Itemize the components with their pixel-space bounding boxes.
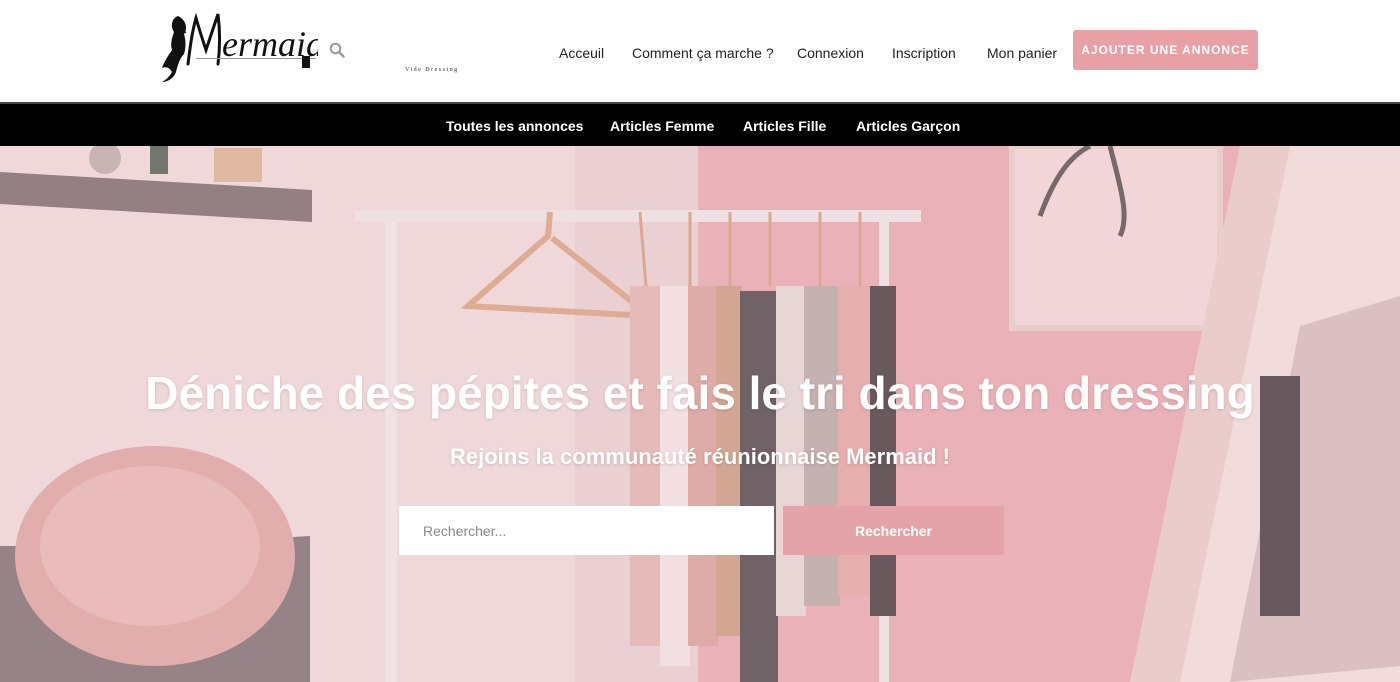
hero-subtitle: Rejoins la communauté réunionnaise Merma… (450, 444, 950, 469)
nav-link-connexion[interactable]: Connexion (797, 43, 864, 63)
site-header: ermaid Vide Dressing Acceuil Comment ça … (0, 0, 1400, 102)
search-icon[interactable] (329, 42, 347, 60)
search-button[interactable]: Rechercher (783, 506, 1004, 555)
nav-link-acceuil[interactable]: Acceuil (559, 43, 604, 63)
hero-title: Déniche des pépites et fais le tri dans … (145, 367, 1255, 419)
hero-section: Déniche des pépites et fais le tri dans … (0, 146, 1400, 682)
nav-link-inscription[interactable]: Inscription (892, 43, 956, 63)
category-girls[interactable]: Articles Fille (743, 116, 826, 136)
category-all-listings[interactable]: Toutes les annonces (446, 116, 583, 136)
category-women[interactable]: Articles Femme (610, 116, 714, 136)
nav-link-comment-ca-marche[interactable]: Comment ça marche ? (632, 43, 774, 63)
category-bar: Toutes les annonces Articles Femme Artic… (0, 102, 1400, 146)
logo-subtitle: Vide Dressing (405, 67, 459, 73)
nav-link-mon-panier[interactable]: Mon panier (987, 43, 1057, 63)
mermaid-logo[interactable]: ermaid Vide Dressing (160, 8, 457, 84)
category-boys[interactable]: Articles Garçon (856, 116, 960, 136)
add-listing-button[interactable]: AJOUTER UNE ANNONCE (1073, 30, 1258, 70)
search-input[interactable] (399, 506, 774, 555)
